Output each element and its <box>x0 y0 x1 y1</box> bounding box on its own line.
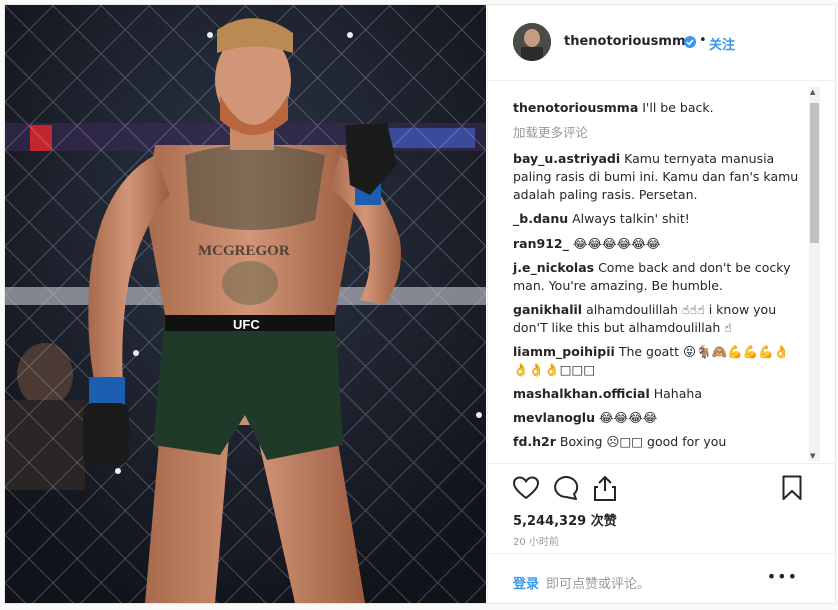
comments-list[interactable]: thenotoriousmma I'll be back. 加载更多评论 bay… <box>488 81 836 462</box>
comment-text: 😂😂😂😂😂😂 <box>572 236 661 251</box>
scrollbar-thumb[interactable] <box>810 103 819 243</box>
scroll-up-icon[interactable]: ▲ <box>810 88 815 96</box>
caption-text: I'll be back. <box>642 100 714 115</box>
bookmark-icon[interactable] <box>782 475 802 505</box>
post-timestamp[interactable]: 20 小时前 <box>513 533 559 548</box>
comment-item: fd.h2r Boxing ☹□□ good for you <box>513 433 803 451</box>
login-prompt: 登录 即可点赞或评论。 ••• <box>488 553 836 604</box>
comment-username[interactable]: ganikhalil <box>513 302 582 317</box>
chest-tattoo-text: MCGREGOR <box>198 243 290 259</box>
login-link[interactable]: 登录 <box>513 573 539 592</box>
follow-button[interactable]: 关注 <box>709 34 735 53</box>
login-hint-text: 即可点赞或评论。 <box>546 577 651 592</box>
comment-text: 😂😂😂😂 <box>598 410 658 425</box>
comment-item: mashalkhan.official Hahaha <box>513 385 803 403</box>
comment-item: ran912_ 😂😂😂😂😂😂 <box>513 235 803 253</box>
post-actions: 5,244,329 次赞 20 小时前 <box>488 463 836 554</box>
comment-text: Always talkin' shit! <box>572 211 690 226</box>
comment-text: Boxing ☹□□ good for you <box>559 434 727 449</box>
comment-item: bay_u.astriyadi Kamu ternyata manusia pa… <box>513 150 803 204</box>
shorts-logo: UFC <box>233 317 260 332</box>
verified-icon <box>684 36 696 48</box>
caption-username[interactable]: thenotoriousmma <box>513 100 638 115</box>
like-count[interactable]: 5,244,329 次赞 <box>513 510 617 529</box>
more-icon[interactable]: ••• <box>767 567 798 586</box>
comment-username[interactable]: mashalkhan.official <box>513 386 650 401</box>
share-icon[interactable] <box>594 475 616 505</box>
post-dialog: UFC MCGREGOR thenotoriousmma • 关注 thenot… <box>4 4 836 604</box>
header-separator: • <box>699 33 707 48</box>
load-more-comments[interactable]: 加载更多评论 <box>513 122 588 141</box>
avatar[interactable] <box>513 23 551 61</box>
comment-username[interactable]: fd.h2r <box>513 434 556 449</box>
comment-icon[interactable] <box>553 476 579 504</box>
fighter-photo-illustration: UFC MCGREGOR <box>5 5 486 603</box>
scroll-down-icon[interactable]: ▼ <box>810 452 815 460</box>
comment-item: mevlanoglu 😂😂😂😂 <box>513 409 803 427</box>
post-header: thenotoriousmma • 关注 <box>488 5 836 81</box>
comment-item: j.e_nickolas Come back and don't be cock… <box>513 259 803 295</box>
comment-username[interactable]: liamm_poihipii <box>513 344 615 359</box>
comment-item: ganikhalil alhamdoulillah ☝☝☝ i know you… <box>513 301 803 337</box>
comment-username[interactable]: ran912_ <box>513 236 569 251</box>
comment-username[interactable]: _b.danu <box>513 211 568 226</box>
comment-username[interactable]: bay_u.astriyadi <box>513 151 620 166</box>
caption: thenotoriousmma I'll be back. <box>513 99 803 117</box>
comment-item: _b.danu Always talkin' shit! <box>513 210 803 228</box>
comment-username[interactable]: mevlanoglu <box>513 410 595 425</box>
comment-item: liamm_poihipii The goatt 😝🐐🙈💪💪💪👌👌👌👌□□□ <box>513 343 803 379</box>
comment-text: Hahaha <box>653 386 702 401</box>
comment-username[interactable]: j.e_nickolas <box>513 260 594 275</box>
post-photo[interactable]: UFC MCGREGOR <box>5 5 486 603</box>
post-side-panel: thenotoriousmma • 关注 thenotoriousmma I'l… <box>487 5 836 603</box>
comments-scrollbar[interactable]: ▲ ▼ <box>809 87 820 461</box>
heart-icon[interactable] <box>512 476 540 504</box>
post-author-username[interactable]: thenotoriousmma <box>564 34 694 49</box>
